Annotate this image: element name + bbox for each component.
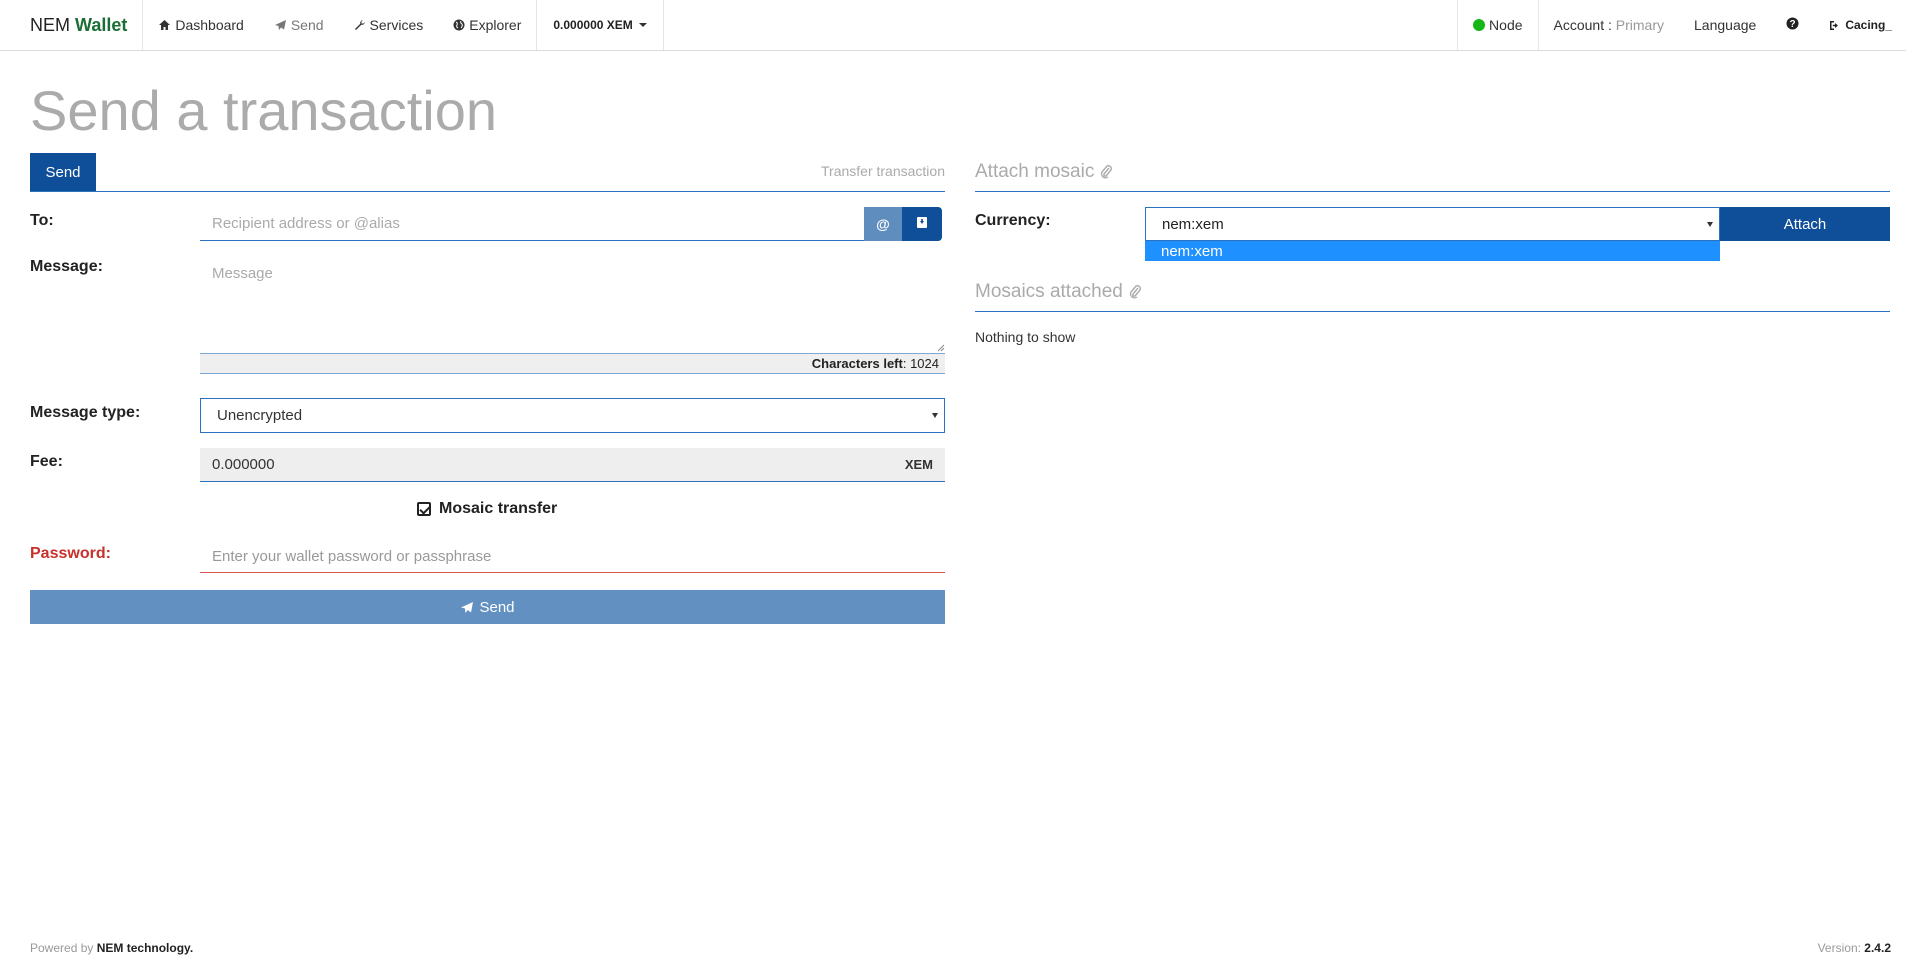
navbar-right: Node Account : Primary Language ? Cacing… — [1457, 0, 1906, 50]
message-type-select[interactable]: Unencrypted — [200, 398, 945, 433]
tab-description: Transfer transaction — [821, 163, 945, 179]
send-button-label: Send — [479, 598, 515, 616]
message-label: Message: — [30, 258, 103, 275]
address-book-icon — [916, 216, 928, 232]
characters-left-value: : 1024 — [902, 356, 939, 371]
version-label: Version: — [1817, 941, 1861, 955]
nav-item-send[interactable]: Send — [259, 0, 339, 50]
brand-text-wallet: Wallet — [75, 14, 128, 35]
wrench-icon — [354, 19, 366, 31]
send-tab-bar: Send Transfer transaction — [30, 153, 945, 192]
brand-text-nem: NEM — [30, 14, 70, 35]
checkbox-checked-icon — [417, 502, 431, 516]
mosaic-transfer-checkbox[interactable]: Mosaic transfer — [417, 500, 557, 518]
password-input[interactable] — [200, 541, 945, 573]
svg-text:?: ? — [1790, 19, 1796, 30]
resize-handle-icon[interactable] — [936, 343, 945, 352]
globe-icon — [453, 19, 465, 31]
logout-button[interactable]: Cacing_ — [1814, 0, 1906, 50]
balance-dropdown[interactable]: 0.000000 XEM — [536, 0, 664, 50]
sign-out-icon — [1829, 20, 1841, 31]
select-caret-icon — [932, 413, 938, 418]
navbar-left: NEM Wallet Dashboard Send Services Explo… — [0, 0, 664, 50]
node-label: Node — [1489, 17, 1523, 33]
attach-mosaic-heading: Attach mosaic — [975, 153, 1890, 192]
mosaic-transfer-label: Mosaic transfer — [439, 500, 558, 517]
node-status[interactable]: Node — [1457, 0, 1537, 50]
currency-option[interactable]: nem:xem — [1145, 241, 1720, 261]
empty-mosaics-text: Nothing to show — [975, 329, 1076, 345]
message-textarea[interactable] — [200, 255, 945, 353]
account-value: Primary — [1615, 17, 1665, 33]
attach-button[interactable]: Attach — [1720, 207, 1890, 241]
nav-item-send-label: Send — [290, 17, 324, 33]
node-status-dot-icon — [1473, 19, 1486, 31]
top-navbar: NEM Wallet Dashboard Send Services Explo… — [0, 0, 1906, 51]
nav-item-explorer[interactable]: Explorer — [438, 0, 536, 50]
select-caret-icon — [1707, 222, 1713, 227]
brand-logo[interactable]: NEM Wallet — [0, 0, 144, 50]
question-circle-icon: ? — [1786, 17, 1799, 33]
fee-value: 0.000000 — [212, 456, 275, 473]
fee-field: 0.000000 XEM — [200, 448, 945, 482]
mosaics-attached-title: Mosaics attached — [975, 281, 1123, 302]
paperclip-icon — [1128, 284, 1142, 300]
mosaics-attached-heading: Mosaics attached — [975, 273, 1890, 312]
language-selector[interactable]: Language — [1679, 0, 1771, 50]
caret-down-icon — [638, 23, 647, 27]
home-icon — [158, 19, 171, 31]
alias-button[interactable]: @ — [864, 207, 902, 241]
page-title: Send a transaction — [30, 79, 497, 142]
language-label: Language — [1694, 17, 1757, 33]
fee-label: Fee: — [30, 453, 63, 470]
footer-version: Version: 2.4.2 — [1818, 941, 1891, 955]
nav-item-dashboard[interactable]: Dashboard — [143, 0, 259, 50]
nav-item-explorer-label: Explorer — [469, 17, 522, 33]
characters-left-label: Characters left — [811, 356, 903, 371]
version-value: 2.4.2 — [1864, 941, 1891, 955]
paper-plane-icon — [274, 19, 287, 31]
currency-label: Currency: — [975, 212, 1051, 229]
nav-item-services[interactable]: Services — [339, 0, 439, 50]
balance-value: 0.000000 XEM — [553, 18, 633, 32]
account-label: Account : — [1553, 17, 1612, 33]
footer-powered-by: Powered by NEM technology. — [30, 941, 193, 955]
password-label: Password: — [30, 545, 111, 562]
currency-value: nem:xem — [1162, 215, 1224, 233]
characters-left-bar: Characters left: 1024 — [200, 353, 945, 374]
currency-select[interactable]: nem:xem — [1145, 207, 1720, 241]
message-type-label: Message type: — [30, 404, 141, 421]
account-selector[interactable]: Account : Primary — [1537, 0, 1680, 50]
nav-item-dashboard-label: Dashboard — [175, 17, 244, 33]
powered-by-prefix: Powered by — [30, 941, 94, 955]
fee-unit: XEM — [904, 457, 933, 472]
contacts-button[interactable] — [902, 207, 942, 241]
message-type-value: Unencrypted — [217, 407, 303, 424]
logout-label: Cacing_ — [1845, 18, 1892, 32]
paperclip-icon — [1099, 164, 1113, 180]
powered-by-name[interactable]: NEM technology. — [97, 941, 193, 955]
nav-item-services-label: Services — [369, 17, 424, 33]
paper-plane-icon — [460, 601, 474, 614]
help-button[interactable]: ? — [1771, 0, 1814, 50]
send-button[interactable]: Send — [30, 590, 945, 624]
recipient-input[interactable] — [200, 207, 864, 241]
attach-mosaic-title: Attach mosaic — [975, 161, 1095, 182]
to-label: To: — [30, 212, 54, 229]
tab-send[interactable]: Send — [30, 153, 96, 191]
